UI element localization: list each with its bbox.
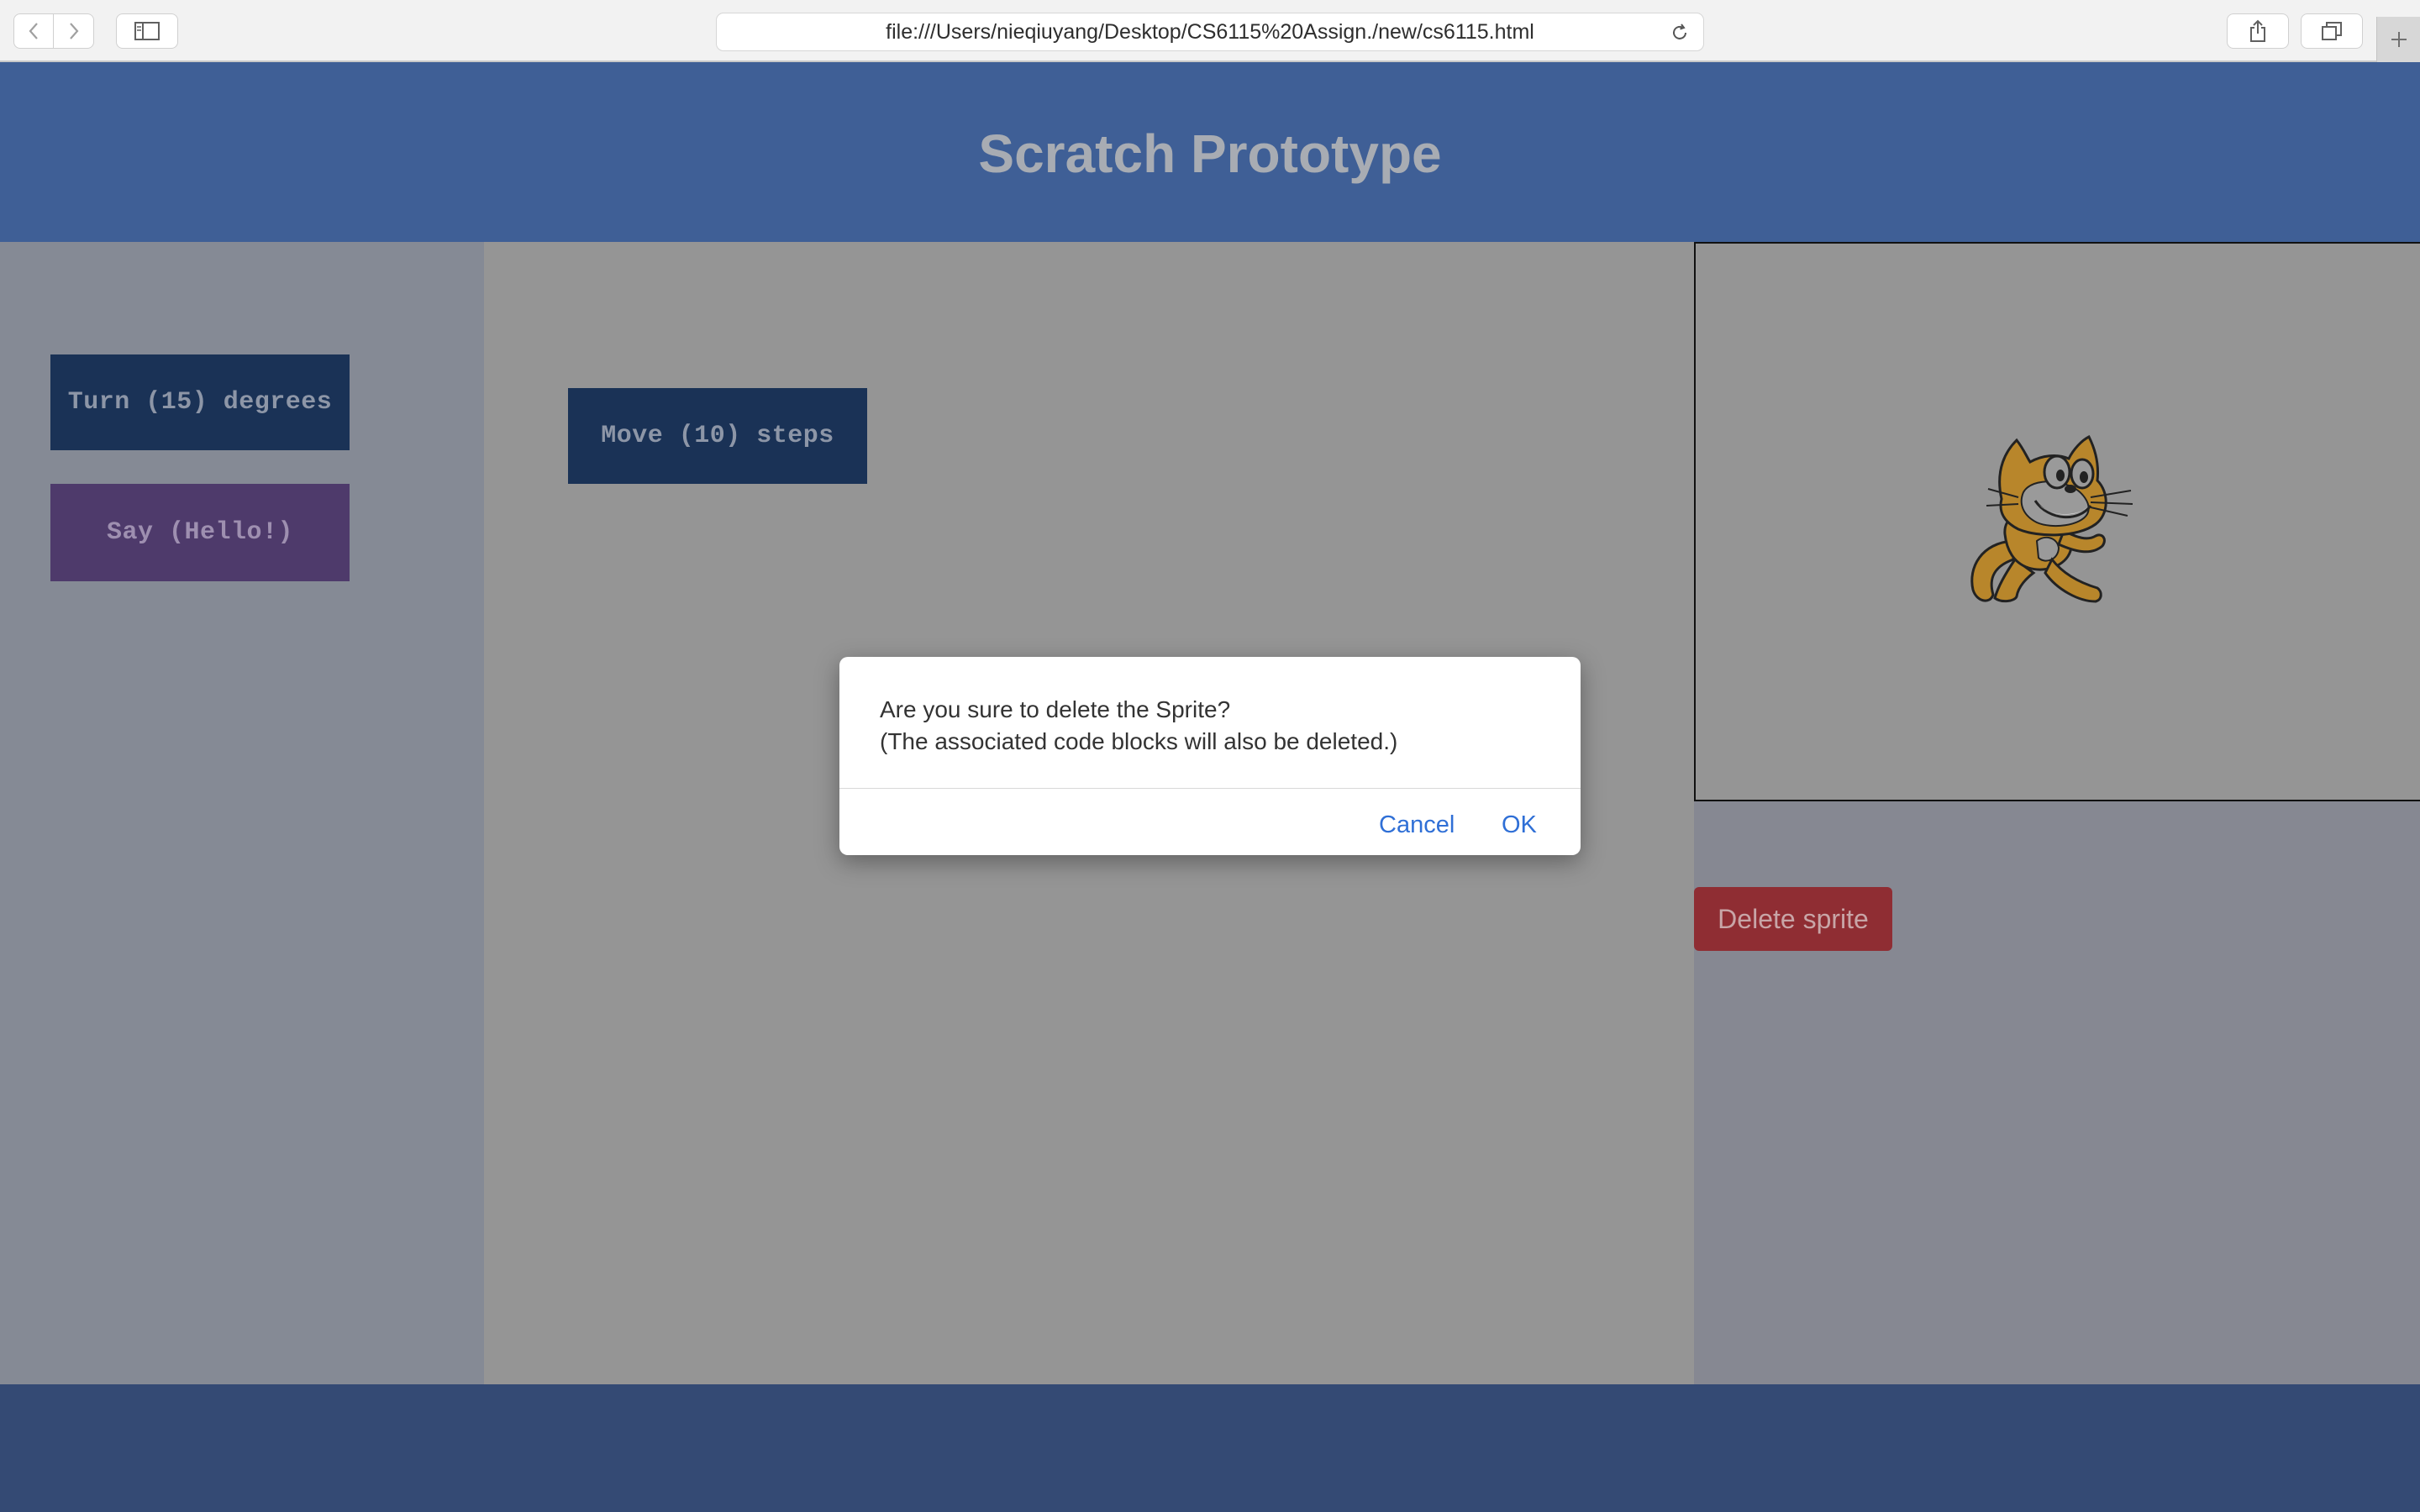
sidebar-toggle-button[interactable] <box>116 13 178 49</box>
address-bar[interactable]: file:///Users/nieqiuyang/Desktop/CS6115%… <box>716 13 1704 51</box>
turn-block[interactable]: Turn (15) degrees <box>50 354 350 450</box>
confirm-dialog: Are you sure to delete the Sprite? (The … <box>839 657 1581 855</box>
scratch-cat-sprite[interactable] <box>1965 433 2146 610</box>
dialog-message-line1: Are you sure to delete the Sprite? <box>880 696 1231 722</box>
dialog-message: Are you sure to delete the Sprite? (The … <box>880 694 1552 758</box>
share-button[interactable] <box>2227 13 2289 49</box>
stage[interactable] <box>1694 242 2420 801</box>
show-tabs-button[interactable] <box>2301 13 2363 49</box>
browser-toolbar: file:///Users/nieqiuyang/Desktop/CS6115%… <box>0 0 2420 62</box>
block-palette: Turn (15) degrees Say (Hello!) <box>0 242 484 1384</box>
chevron-left-icon <box>29 23 38 39</box>
url-text: file:///Users/nieqiuyang/Desktop/CS6115%… <box>886 19 1534 44</box>
cancel-button[interactable]: Cancel <box>1379 808 1455 842</box>
chevron-right-icon <box>69 23 78 39</box>
new-tab-button[interactable] <box>2376 17 2420 62</box>
page-title: Scratch Prototype <box>978 123 1442 184</box>
ok-button[interactable]: OK <box>1502 808 1537 842</box>
delete-sprite-button[interactable]: Delete sprite <box>1694 887 1892 951</box>
share-icon <box>2250 19 2265 42</box>
dialog-divider <box>839 788 1581 789</box>
reload-button[interactable] <box>1668 21 1691 45</box>
page-header: Scratch Prototype <box>0 62 2420 242</box>
move-block[interactable]: Move (10) steps <box>568 388 867 484</box>
back-button[interactable] <box>13 13 54 49</box>
sidebar-icon <box>134 22 160 40</box>
stage-column: Delete sprite <box>1694 242 2420 1384</box>
tabs-icon <box>2322 22 2342 40</box>
page-footer <box>0 1384 2420 1512</box>
plus-icon <box>2391 32 2407 47</box>
reload-icon <box>1673 24 1686 39</box>
forward-button[interactable] <box>54 13 94 49</box>
dialog-message-line2: (The associated code blocks will also be… <box>880 728 1398 754</box>
say-block[interactable]: Say (Hello!) <box>50 484 350 581</box>
